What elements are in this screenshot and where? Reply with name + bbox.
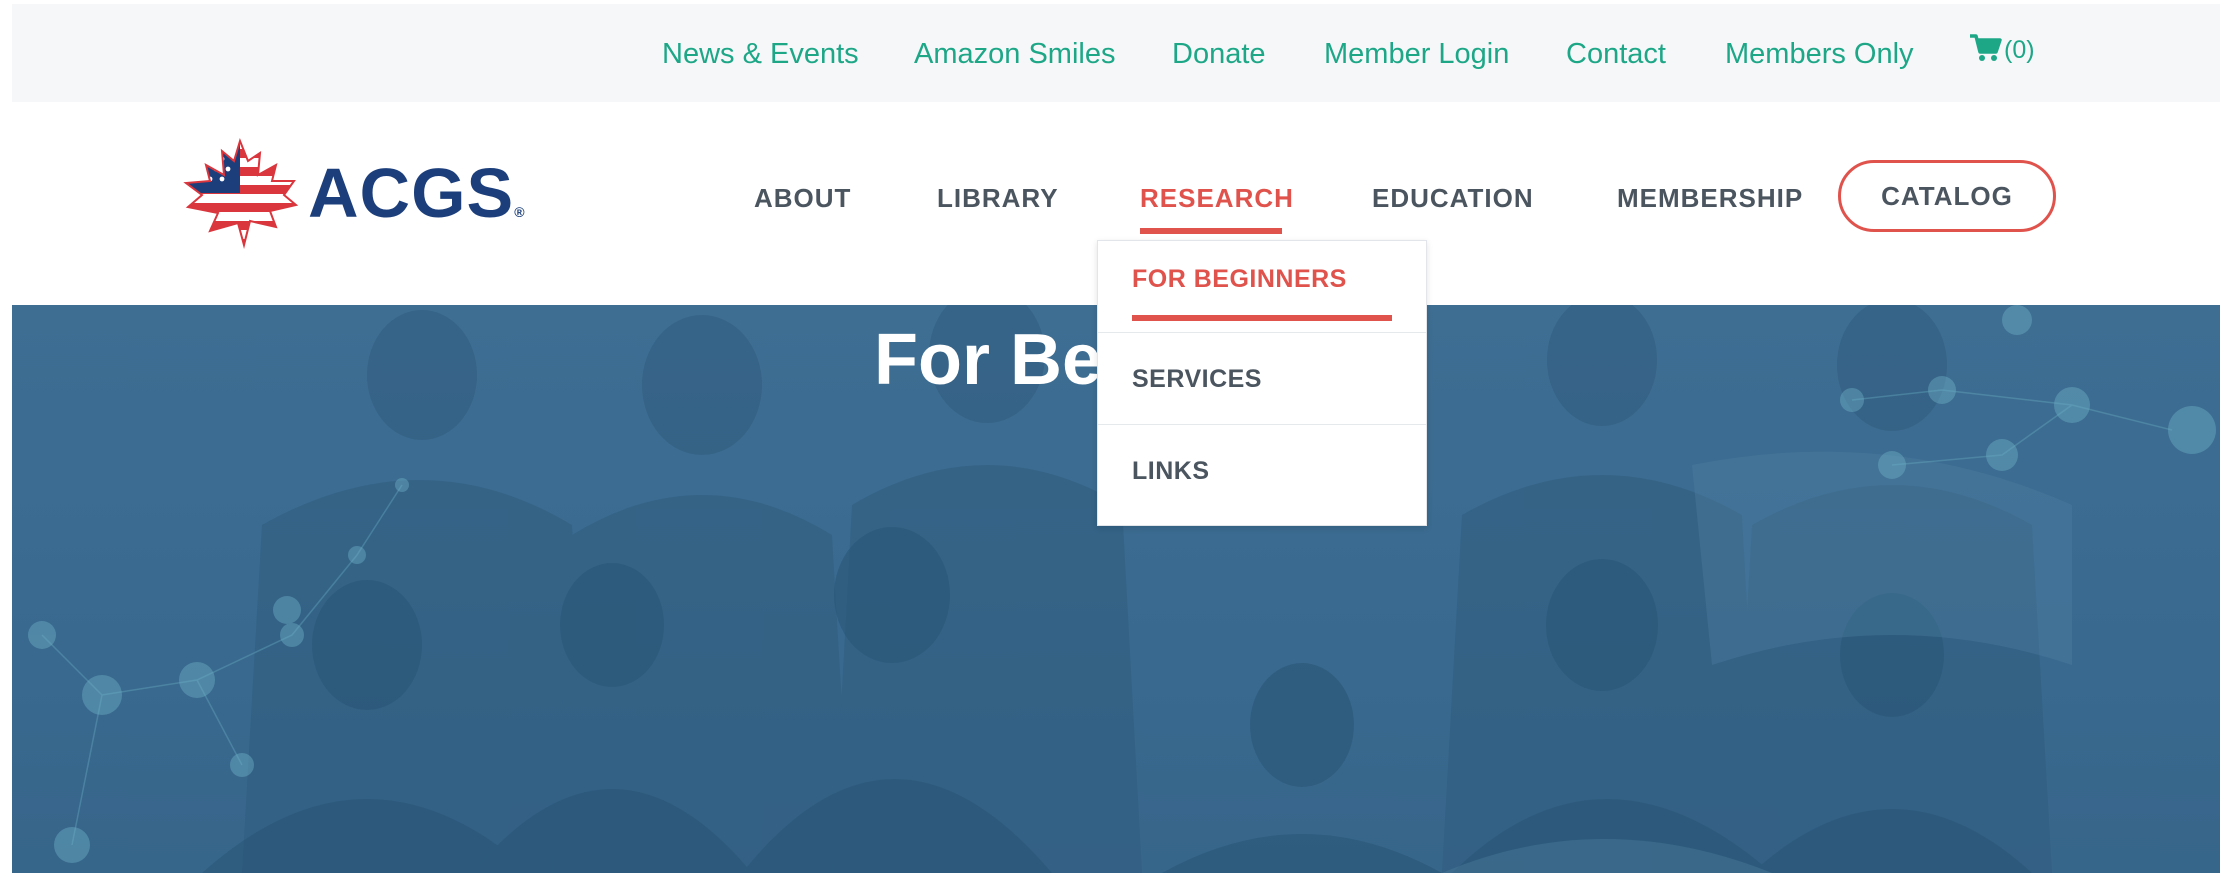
nav-library[interactable]: LIBRARY [937, 180, 1059, 216]
dropdown-item-label: LINKS [1132, 457, 1210, 485]
dropdown-item-services[interactable]: SERVICES [1098, 333, 1426, 425]
logo-wordmark: ACGS® [308, 153, 526, 252]
nav-about[interactable]: ABOUT [754, 180, 851, 216]
members-only-link[interactable]: Members Only [1725, 34, 1914, 74]
member-login-link[interactable]: Member Login [1324, 34, 1509, 74]
cart-icon [1969, 33, 2002, 68]
research-dropdown-menu: FOR BEGINNERS SERVICES LINKS [1097, 240, 1427, 526]
nav-membership[interactable]: MEMBERSHIP [1617, 180, 1803, 216]
cart-count: (0) [2004, 35, 2035, 64]
nav-research[interactable]: RESEARCH [1140, 180, 1294, 216]
contact-link[interactable]: Contact [1566, 34, 1666, 74]
top-utility-bar: News & Events Amazon Smiles Donate Membe… [12, 4, 2220, 102]
dropdown-item-label: SERVICES [1132, 365, 1262, 393]
logo-text: ACGS [308, 154, 515, 232]
hero-title: For Be [874, 320, 1103, 400]
nav-research-underline [1140, 228, 1282, 234]
dropdown-item-for-beginners[interactable]: FOR BEGINNERS [1098, 241, 1426, 333]
acgs-logo[interactable]: ACGS® [180, 135, 525, 255]
flag-maple-leaf-icon [183, 137, 299, 249]
amazon-smiles-link[interactable]: Amazon Smiles [914, 34, 1115, 74]
cart-button[interactable]: (0) [1969, 30, 2035, 70]
nav-education[interactable]: EDUCATION [1372, 180, 1534, 216]
news-events-link[interactable]: News & Events [662, 34, 859, 74]
dropdown-item-links[interactable]: LINKS [1098, 425, 1426, 525]
donate-link[interactable]: Donate [1172, 34, 1266, 74]
logo-registered-mark: ® [514, 204, 526, 220]
dropdown-item-label: FOR BEGINNERS [1132, 265, 1347, 293]
dropdown-active-underline [1132, 315, 1392, 321]
catalog-button[interactable]: CATALOG [1838, 160, 2056, 232]
